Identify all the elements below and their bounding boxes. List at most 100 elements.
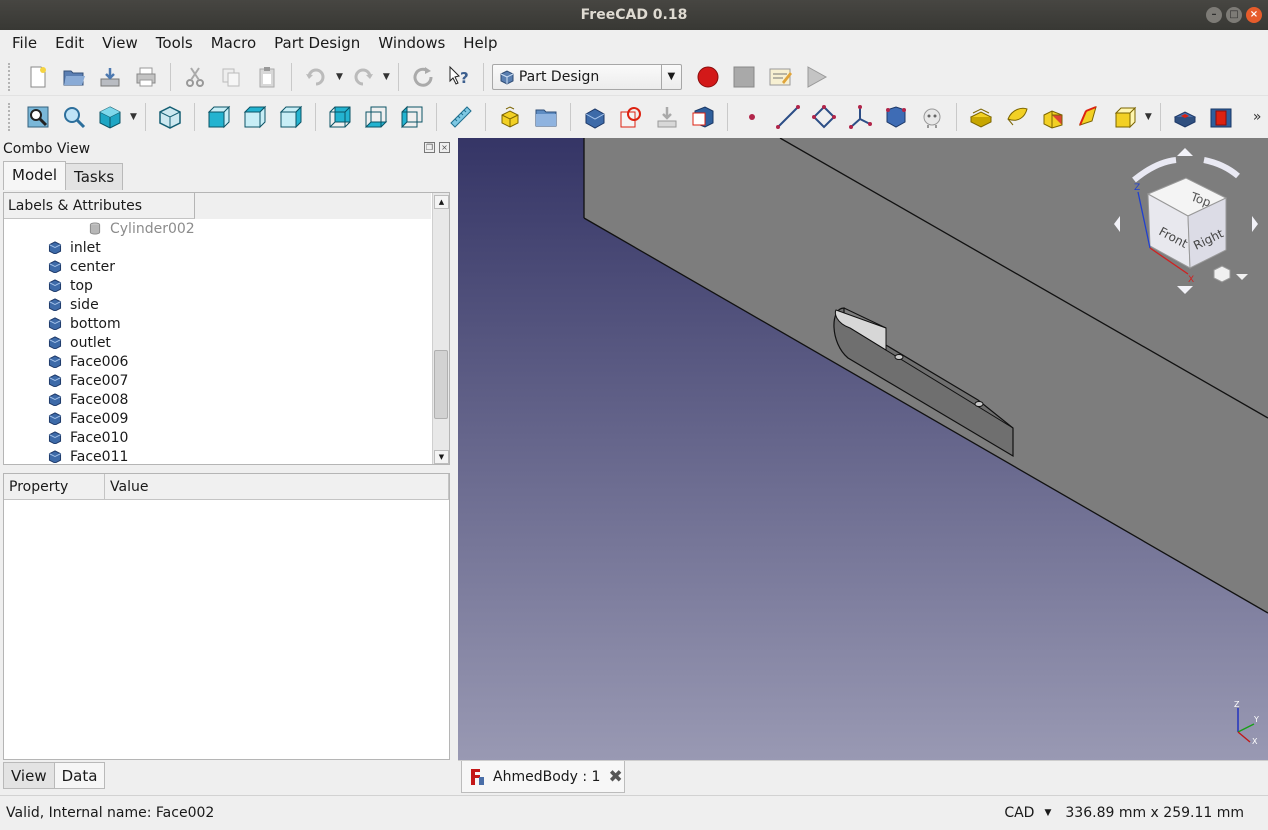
property-column-header[interactable]: Property <box>4 474 105 499</box>
fit-selection-button[interactable] <box>59 102 89 132</box>
rotate-right-arrow-icon[interactable] <box>1203 157 1240 179</box>
scrollbar-thumb[interactable] <box>434 350 448 419</box>
tree-item[interactable]: outlet <box>4 333 432 352</box>
pad-button[interactable] <box>966 102 996 132</box>
datum-line-button[interactable] <box>773 102 803 132</box>
maximize-button[interactable]: □ <box>1226 7 1242 23</box>
shape-binder-button[interactable] <box>881 102 911 132</box>
tree-scrollbar[interactable]: ▲ ▼ <box>432 193 449 464</box>
value-column-header[interactable]: Value <box>105 474 449 499</box>
tree-item[interactable]: Face006 <box>4 352 432 371</box>
navigation-cube[interactable]: Top Front Right Z X <box>1106 142 1266 302</box>
measure-distance-button[interactable] <box>446 102 476 132</box>
menu-view[interactable]: View <box>93 30 147 56</box>
view-rear-button[interactable] <box>325 102 355 132</box>
save-button[interactable] <box>95 62 125 92</box>
local-cs-button[interactable] <box>845 102 875 132</box>
menu-tools[interactable]: Tools <box>147 30 202 56</box>
toolbar-grip[interactable] <box>8 103 14 131</box>
tree-item[interactable]: Face008 <box>4 390 432 409</box>
3d-viewport[interactable]: Top Front Right Z X Z Y X <box>458 138 1268 760</box>
fit-all-button[interactable] <box>23 102 53 132</box>
open-button[interactable] <box>59 62 89 92</box>
macro-execute-button[interactable] <box>801 62 831 92</box>
view-isometric-button[interactable] <box>155 102 185 132</box>
additive-primitive-dropdown-arrow[interactable]: ▼ <box>1145 112 1152 122</box>
tree-item[interactable]: side <box>4 295 432 314</box>
macro-record-button[interactable] <box>693 62 723 92</box>
toolbar-grip[interactable] <box>8 62 14 91</box>
revolution-button[interactable] <box>1002 102 1032 132</box>
macro-stop-button[interactable] <box>729 62 759 92</box>
tree-item[interactable]: top <box>4 276 432 295</box>
chevron-down-icon[interactable]: ▼ <box>660 64 681 89</box>
validate-sketch-button[interactable] <box>688 102 718 132</box>
tree-item[interactable]: bottom <box>4 314 432 333</box>
tree-item[interactable]: Face007 <box>4 371 432 390</box>
hole-button[interactable] <box>1206 102 1236 132</box>
datum-point-button[interactable] <box>737 102 767 132</box>
pocket-button[interactable] <box>1170 102 1200 132</box>
view-bottom-button[interactable] <box>361 102 391 132</box>
view-right-button[interactable] <box>276 102 306 132</box>
more-tools-chevron-icon[interactable]: » <box>1253 109 1262 125</box>
close-window-button[interactable]: × <box>1246 7 1262 23</box>
clone-button[interactable] <box>917 102 947 132</box>
close-panel-button[interactable]: × <box>439 142 450 153</box>
navigation-style-selector[interactable]: CAD <box>1004 805 1034 821</box>
pan-right-arrow-icon[interactable] <box>1252 216 1258 232</box>
minimize-button[interactable]: – <box>1206 7 1222 23</box>
create-part-button[interactable] <box>495 102 525 132</box>
cut-button[interactable] <box>180 62 210 92</box>
paste-button[interactable] <box>252 62 282 92</box>
tree-item[interactable]: center <box>4 257 432 276</box>
tree-item[interactable]: Face011 <box>4 447 432 464</box>
tree-item[interactable]: inlet <box>4 238 432 257</box>
create-body-button[interactable] <box>580 102 610 132</box>
menu-windows[interactable]: Windows <box>369 30 454 56</box>
scroll-down-arrow[interactable]: ▼ <box>434 450 449 464</box>
pan-down-arrow-icon[interactable] <box>1177 286 1193 294</box>
menu-file[interactable]: File <box>3 30 46 56</box>
view-top-button[interactable] <box>240 102 270 132</box>
additive-pipe-button[interactable] <box>1074 102 1104 132</box>
draw-style-button[interactable] <box>95 102 125 132</box>
create-sketch-button[interactable] <box>616 102 646 132</box>
whats-this-button[interactable]: ? <box>444 62 474 92</box>
attach-sketch-button[interactable] <box>652 102 682 132</box>
additive-loft-button[interactable] <box>1038 102 1068 132</box>
scroll-up-arrow[interactable]: ▲ <box>434 195 449 209</box>
view-left-button[interactable] <box>397 102 427 132</box>
menu-help[interactable]: Help <box>454 30 506 56</box>
additive-primitive-button[interactable] <box>1110 102 1140 132</box>
tab-document[interactable]: AhmedBody : 1 ✖ <box>461 761 625 793</box>
rotate-left-arrow-icon[interactable] <box>1132 157 1177 183</box>
redo-button[interactable] <box>348 62 378 92</box>
refresh-button[interactable] <box>408 62 438 92</box>
tab-view[interactable]: View <box>3 762 55 789</box>
tree-item[interactable]: Face010 <box>4 428 432 447</box>
copy-button[interactable] <box>216 62 246 92</box>
menu-part-design[interactable]: Part Design <box>265 30 369 56</box>
tab-data[interactable]: Data <box>53 762 106 789</box>
menu-macro[interactable]: Macro <box>202 30 265 56</box>
tree-column-header[interactable]: Labels & Attributes <box>4 193 195 219</box>
pan-left-arrow-icon[interactable] <box>1114 216 1120 232</box>
print-button[interactable] <box>131 62 161 92</box>
view-front-button[interactable] <box>204 102 234 132</box>
undo-button[interactable] <box>301 62 331 92</box>
pan-up-arrow-icon[interactable] <box>1177 148 1193 156</box>
mini-cube-icon[interactable] <box>1213 265 1231 283</box>
draw-style-dropdown-arrow[interactable]: ▼ <box>130 112 137 122</box>
datum-plane-button[interactable] <box>809 102 839 132</box>
create-group-button[interactable] <box>531 102 561 132</box>
chevron-down-icon[interactable]: ▼ <box>1044 808 1051 818</box>
undo-dropdown-arrow[interactable]: ▼ <box>336 72 343 82</box>
tree-item[interactable]: Cylinder002 <box>4 219 432 238</box>
tab-tasks[interactable]: Tasks <box>65 163 124 190</box>
close-document-icon[interactable]: ✖ <box>608 767 622 787</box>
tree-item[interactable]: Face009 <box>4 409 432 428</box>
workbench-selector[interactable]: Part Design ▼ <box>491 63 682 90</box>
navcube-menu-arrow-icon[interactable] <box>1236 274 1248 280</box>
float-panel-button[interactable]: ❐ <box>424 142 435 153</box>
